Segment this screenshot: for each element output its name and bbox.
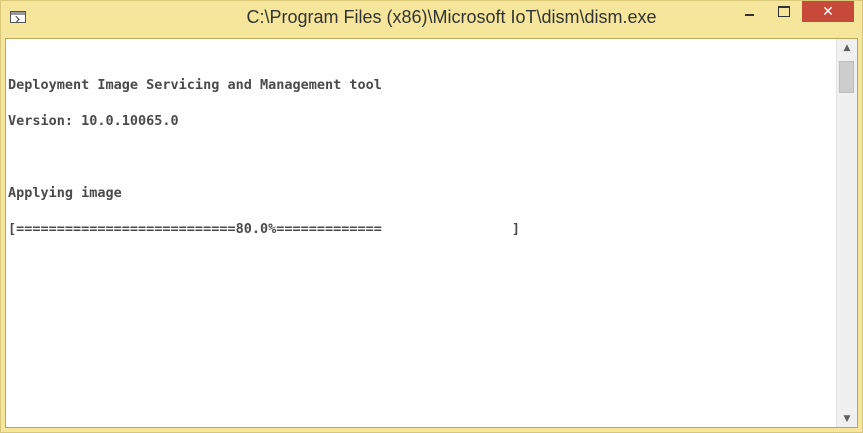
scroll-up-arrow-icon[interactable]: ▲ — [837, 39, 857, 56]
console-window: C:\Program Files (x86)\Microsoft IoT\dis… — [0, 0, 863, 433]
minimize-button[interactable] — [733, 1, 766, 22]
close-button[interactable]: ✕ — [802, 1, 854, 22]
title-bar[interactable]: C:\Program Files (x86)\Microsoft IoT\dis… — [1, 1, 862, 37]
scroll-down-arrow-icon[interactable]: ▼ — [837, 410, 857, 427]
console-progress-bar: [===========================80.0%=======… — [8, 221, 521, 237]
maximize-button[interactable] — [767, 1, 800, 22]
close-icon: ✕ — [822, 3, 834, 20]
maximize-icon — [777, 6, 790, 17]
scrollbar-thumb[interactable] — [839, 61, 854, 93]
console-line-version: Version: 10.0.10065.0 — [8, 113, 179, 129]
vertical-scrollbar[interactable]: ▲ ▼ — [836, 39, 857, 427]
minimize-icon — [745, 13, 754, 16]
console-line-status: Applying image — [8, 185, 122, 201]
console-output: Deployment Image Servicing and Managemen… — [8, 55, 834, 259]
console-line-tool-name: Deployment Image Servicing and Managemen… — [8, 77, 382, 93]
console-area[interactable]: Deployment Image Servicing and Managemen… — [5, 38, 858, 428]
